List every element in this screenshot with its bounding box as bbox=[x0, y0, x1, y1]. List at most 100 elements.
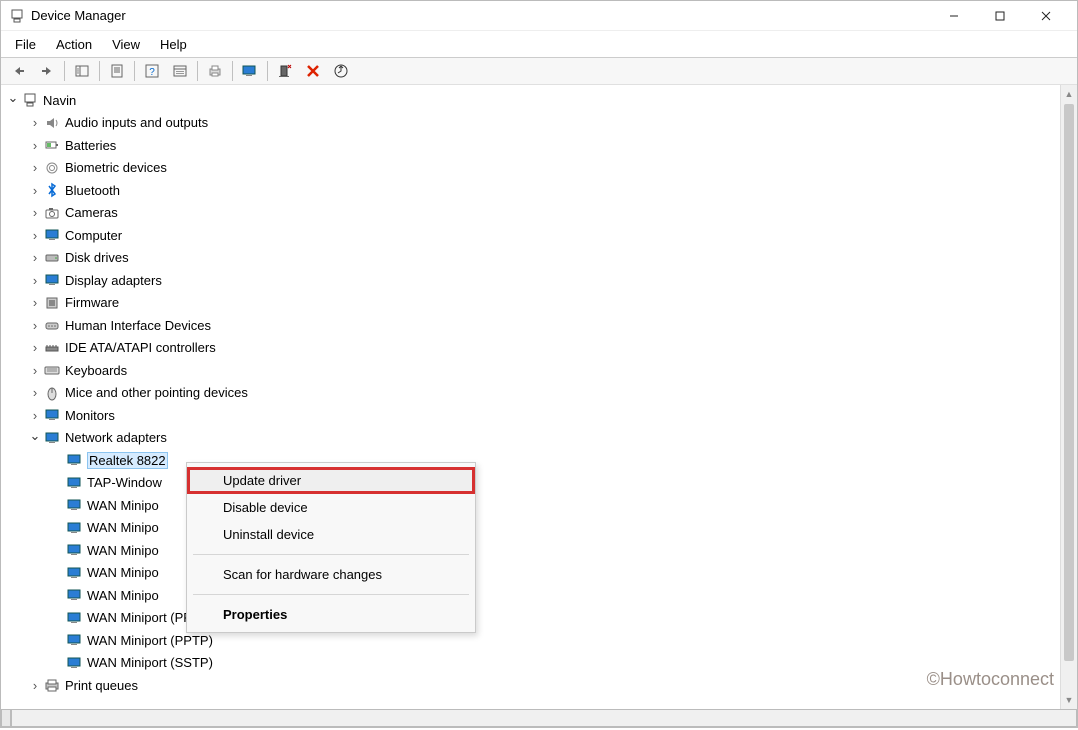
network-adapter-item[interactable]: WAN Miniport (SSTP) bbox=[7, 652, 1060, 675]
category-bluetooth[interactable]: Bluetooth bbox=[7, 179, 1060, 202]
expand-chevron-icon[interactable] bbox=[29, 250, 41, 265]
tree-node-label: Print queues bbox=[65, 678, 138, 693]
expand-chevron-icon[interactable] bbox=[29, 273, 41, 288]
tree-node-label: Bluetooth bbox=[65, 183, 120, 198]
root-node[interactable]: Navin bbox=[7, 89, 1060, 112]
minimize-button[interactable] bbox=[931, 1, 977, 31]
scroll-up-arrow[interactable]: ▲ bbox=[1061, 85, 1077, 102]
ctx-update-driver[interactable]: Update driver bbox=[187, 467, 475, 494]
network-adapter-item[interactable]: WAN Minipo bbox=[7, 562, 1060, 585]
computer-icon bbox=[43, 227, 61, 243]
scroll-thumb[interactable] bbox=[1064, 104, 1074, 661]
monitor-icon bbox=[43, 407, 61, 423]
ctx-uninstall-device[interactable]: Uninstall device bbox=[187, 521, 475, 548]
update-driver-icon[interactable] bbox=[238, 60, 262, 82]
tree-node-label: Audio inputs and outputs bbox=[65, 115, 208, 130]
category-biometric[interactable]: Biometric devices bbox=[7, 157, 1060, 180]
toolbar-separator bbox=[64, 61, 65, 81]
menu-help[interactable]: Help bbox=[150, 34, 197, 55]
ctx-properties[interactable]: Properties bbox=[187, 601, 475, 628]
statusbar bbox=[1, 709, 1077, 727]
toolbar-list-icon[interactable] bbox=[168, 60, 192, 82]
close-button[interactable] bbox=[1023, 1, 1069, 31]
display-icon bbox=[43, 272, 61, 288]
category-mouse[interactable]: Mice and other pointing devices bbox=[7, 382, 1060, 405]
expand-chevron-icon[interactable] bbox=[29, 183, 41, 198]
tree-node-label: Biometric devices bbox=[65, 160, 167, 175]
category-printer[interactable]: Print queues bbox=[7, 674, 1060, 697]
category-display[interactable]: Display adapters bbox=[7, 269, 1060, 292]
network-adapter-item[interactable]: WAN Minipo bbox=[7, 494, 1060, 517]
expand-chevron-icon[interactable] bbox=[29, 115, 41, 130]
tree-node-label: WAN Minipo bbox=[87, 520, 159, 535]
network-icon bbox=[43, 430, 61, 446]
expand-chevron-icon[interactable] bbox=[29, 385, 41, 400]
expand-chevron-icon[interactable] bbox=[29, 228, 41, 243]
network-adapter-item[interactable]: WAN Minipo bbox=[7, 539, 1060, 562]
device-manager-window: Device Manager File Action View Help ? bbox=[0, 0, 1078, 728]
expand-chevron-icon[interactable] bbox=[29, 363, 41, 378]
firmware-icon bbox=[43, 295, 61, 311]
category-camera[interactable]: Cameras bbox=[7, 202, 1060, 225]
network-adapter-item[interactable]: TAP-Window bbox=[7, 472, 1060, 495]
disable-device-icon[interactable] bbox=[273, 60, 297, 82]
expand-chevron-icon[interactable] bbox=[29, 295, 41, 310]
ctx-disable-device[interactable]: Disable device bbox=[187, 494, 475, 521]
network-adapter-item[interactable]: Realtek 8822 bbox=[7, 449, 1060, 472]
svg-text:?: ? bbox=[149, 67, 155, 78]
category-computer[interactable]: Computer bbox=[7, 224, 1060, 247]
category-keyboard[interactable]: Keyboards bbox=[7, 359, 1060, 382]
hid-icon bbox=[43, 317, 61, 333]
forward-icon[interactable] bbox=[35, 60, 59, 82]
expand-chevron-icon[interactable] bbox=[29, 318, 41, 333]
expand-chevron-icon[interactable] bbox=[29, 160, 41, 175]
print-icon[interactable] bbox=[203, 60, 227, 82]
network-adapter-item[interactable]: WAN Minipo bbox=[7, 517, 1060, 540]
category-network-adapters[interactable]: Network adapters bbox=[7, 427, 1060, 450]
network-icon bbox=[65, 497, 83, 513]
expand-chevron-icon[interactable] bbox=[29, 430, 41, 446]
tree-node-label: Computer bbox=[65, 228, 122, 243]
app-icon bbox=[9, 8, 25, 24]
scan-hardware-icon[interactable] bbox=[329, 60, 353, 82]
menu-action[interactable]: Action bbox=[46, 34, 102, 55]
expand-chevron-icon[interactable] bbox=[7, 92, 19, 108]
category-monitor[interactable]: Monitors bbox=[7, 404, 1060, 427]
menu-file[interactable]: File bbox=[5, 34, 46, 55]
category-firmware[interactable]: Firmware bbox=[7, 292, 1060, 315]
scroll-down-arrow[interactable]: ▼ bbox=[1061, 692, 1077, 709]
uninstall-device-icon[interactable] bbox=[301, 60, 325, 82]
expand-chevron-icon[interactable] bbox=[29, 138, 41, 153]
tree-node-label: Batteries bbox=[65, 138, 116, 153]
help-icon[interactable]: ? bbox=[140, 60, 164, 82]
vertical-scrollbar[interactable]: ▲ ▼ bbox=[1060, 85, 1077, 709]
expand-chevron-icon[interactable] bbox=[29, 205, 41, 220]
printer-icon bbox=[43, 677, 61, 693]
category-hid[interactable]: Human Interface Devices bbox=[7, 314, 1060, 337]
window-title: Device Manager bbox=[31, 8, 126, 23]
disk-icon bbox=[43, 250, 61, 266]
device-tree[interactable]: Navin Audio inputs and outputs Batteries Bi… bbox=[1, 85, 1060, 709]
network-adapter-item[interactable]: WAN Miniport (PPTP) bbox=[7, 629, 1060, 652]
network-adapter-item[interactable]: WAN Minipo bbox=[7, 584, 1060, 607]
back-icon[interactable] bbox=[7, 60, 31, 82]
expand-chevron-icon[interactable] bbox=[29, 678, 41, 693]
network-adapter-item[interactable]: WAN Miniport (PPPOE) bbox=[7, 607, 1060, 630]
expand-chevron-icon[interactable] bbox=[29, 408, 41, 423]
network-icon bbox=[65, 655, 83, 671]
tree-node-label: WAN Miniport (PPTP) bbox=[87, 633, 213, 648]
tree-node-label: WAN Minipo bbox=[87, 588, 159, 603]
category-ide[interactable]: IDE ATA/ATAPI controllers bbox=[7, 337, 1060, 360]
maximize-button[interactable] bbox=[977, 1, 1023, 31]
show-hide-tree-icon[interactable] bbox=[70, 60, 94, 82]
menu-view[interactable]: View bbox=[102, 34, 150, 55]
ctx-separator bbox=[193, 554, 469, 555]
audio-icon bbox=[43, 115, 61, 131]
ctx-scan-hardware[interactable]: Scan for hardware changes bbox=[187, 561, 475, 588]
content-area: Navin Audio inputs and outputs Batteries Bi… bbox=[1, 85, 1077, 709]
expand-chevron-icon[interactable] bbox=[29, 340, 41, 355]
category-audio[interactable]: Audio inputs and outputs bbox=[7, 112, 1060, 135]
category-disk[interactable]: Disk drives bbox=[7, 247, 1060, 270]
properties-icon[interactable] bbox=[105, 60, 129, 82]
category-battery[interactable]: Batteries bbox=[7, 134, 1060, 157]
